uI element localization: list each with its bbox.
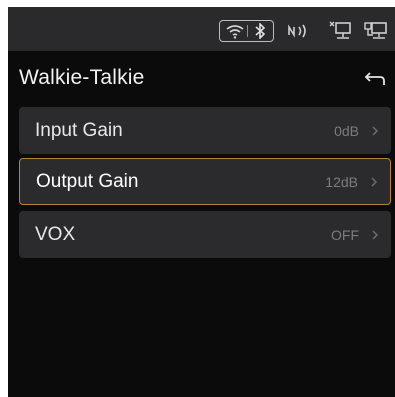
device-screen: Walkie-Talkie Input Gain 0dB Output Gain… bbox=[8, 7, 395, 397]
setting-value: 12dB bbox=[325, 173, 358, 190]
status-separator bbox=[247, 25, 248, 37]
network-icon bbox=[364, 22, 387, 39]
nfc-icon bbox=[288, 24, 306, 38]
back-arrow-icon[interactable] bbox=[363, 69, 387, 89]
setting-value: OFF bbox=[331, 226, 359, 243]
setting-row-output-gain[interactable]: Output Gain 12dB bbox=[19, 158, 391, 205]
chevron-right-icon bbox=[371, 177, 377, 186]
page-title: Walkie-Talkie bbox=[19, 66, 145, 89]
setting-row-input-gain[interactable]: Input Gain 0dB bbox=[19, 107, 391, 154]
setting-label: VOX bbox=[35, 223, 76, 245]
setting-value: 0dB bbox=[334, 122, 359, 139]
network-disconnected-icon bbox=[329, 21, 351, 39]
setting-label: Input Gain bbox=[35, 119, 123, 141]
setting-label: Output Gain bbox=[36, 170, 139, 192]
chevron-right-icon bbox=[372, 230, 378, 239]
setting-row-vox[interactable]: VOX OFF bbox=[19, 211, 391, 258]
wifi-icon bbox=[226, 25, 244, 39]
connectivity-group bbox=[219, 20, 274, 42]
chevron-right-icon bbox=[372, 126, 378, 135]
status-bar bbox=[8, 7, 395, 51]
bluetooth-icon bbox=[255, 23, 266, 39]
